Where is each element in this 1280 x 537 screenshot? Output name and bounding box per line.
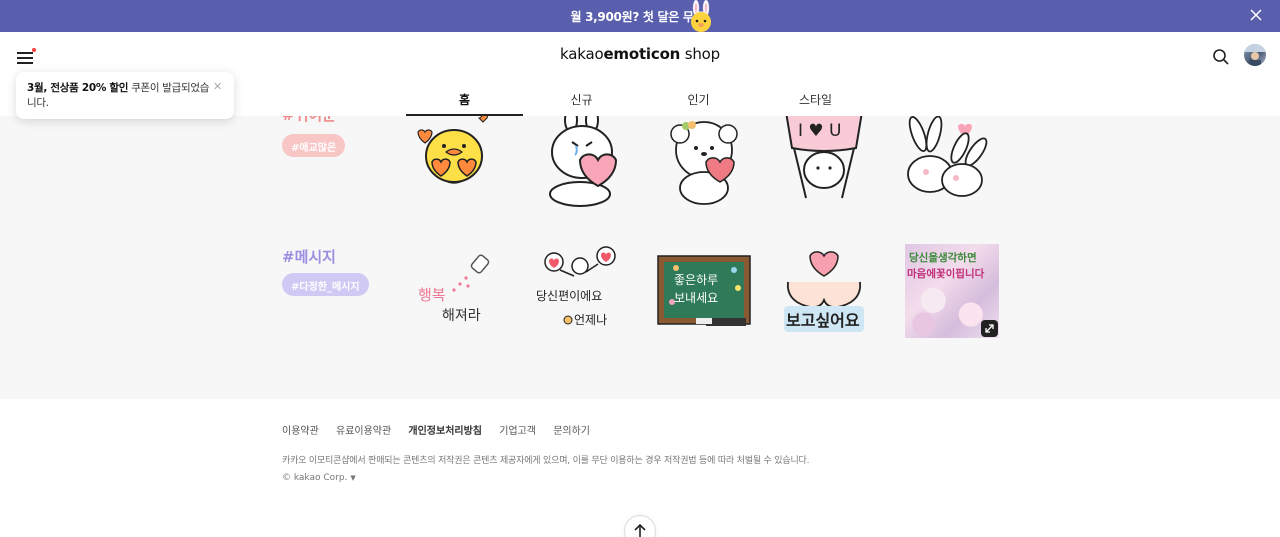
avatar[interactable] [1244, 44, 1266, 66]
scroll-top-button[interactable] [624, 515, 656, 537]
footer-link-paid-terms[interactable]: 유료이용약관 [336, 426, 391, 437]
main-content: #귀여운 #애교많은 I ♥ U [0, 116, 1280, 399]
logo-kakao: kakao [560, 45, 604, 63]
flower-text-2: 마음에꽃이핍니다 [907, 267, 985, 280]
happy-text-2: 해져라 [442, 308, 481, 324]
section-title-cute[interactable]: #귀여운 [282, 116, 336, 125]
emoticon-miss-you[interactable]: 보고싶어요 [776, 242, 872, 338]
board-text-1: 좋은하루 [674, 273, 718, 287]
expand-icon[interactable] [981, 320, 998, 337]
rabbit-mascot-icon [691, 0, 711, 32]
tab-style[interactable]: 스타일 [757, 86, 874, 116]
corp-label: © kakao Corp. [282, 473, 348, 483]
promo-banner[interactable]: 월 3,900원? 첫 달은 무료! [0, 0, 1280, 32]
happy-text-1: 행복 [418, 286, 446, 304]
board-text-2: 보내세요 [674, 291, 718, 305]
coupon-message: 3월, 전상품 20% 할인 쿠폰이 발급되었습니다. [27, 81, 213, 111]
profile-photo [1244, 44, 1266, 66]
copyright-notice: 카카오 이모티콘샵에서 판매되는 콘텐츠의 저작권은 콘텐츠 제공자에게 있으며… [282, 456, 810, 466]
banner-text: I ♥ U [798, 121, 842, 141]
emoticon-i-love-u[interactable]: I ♥ U [776, 116, 872, 208]
miss-text: 보고싶어요 [786, 311, 860, 330]
emoticon-white-puppy[interactable] [656, 116, 752, 208]
tab-new[interactable]: 신규 [523, 86, 640, 116]
hashtag-chip-aegyo[interactable]: #애교많은 [282, 134, 346, 157]
emoticon-two-rabbits[interactable] [896, 116, 992, 208]
flower-text-1: 당신을생각하면 [909, 251, 977, 264]
footer-link-contact[interactable]: 문의하기 [553, 426, 590, 437]
footer-link-terms[interactable]: 이용약관 [282, 426, 319, 437]
tab-popular[interactable]: 인기 [640, 86, 757, 116]
tab-home[interactable]: 홈 [406, 86, 523, 116]
close-icon[interactable]: ✕ [213, 80, 222, 93]
hashtag-chip-kind-message[interactable]: #다정한_메시지 [282, 273, 369, 296]
search-icon[interactable] [1211, 47, 1231, 67]
promo-text[interactable]: 월 3,900원? 첫 달은 무료! [0, 8, 1280, 25]
close-icon[interactable] [1245, 4, 1267, 26]
logo-shop: shop [680, 45, 720, 63]
site-logo[interactable]: kakaoemoticon shop [0, 45, 1280, 63]
footer-link-business[interactable]: 기업고객 [499, 426, 536, 437]
side-text-2: 언제나 [574, 313, 607, 327]
footer-links: 이용약관 유료이용약관 개인정보처리방침 기업고객 문의하기 [282, 422, 604, 437]
logo-emoticon: emoticon [603, 45, 681, 63]
site-footer: 이용약관 유료이용약관 개인정보처리방침 기업고객 문의하기 카카오 이모티콘샵… [0, 399, 1280, 537]
footer-link-privacy[interactable]: 개인정보처리방침 [408, 426, 482, 437]
emoticon-flower-message[interactable]: 당신을생각하면 마음에꽃이핍니다 [905, 244, 999, 338]
emoticon-on-your-side[interactable]: 당신편이에요 언제나 [536, 242, 632, 338]
section-title-message[interactable]: #메시지 [282, 246, 336, 267]
coupon-tooltip: 3월, 전상품 20% 할인 쿠폰이 발급되었습니다. ✕ [16, 72, 234, 119]
corp-selector[interactable]: © kakao Corp. ▼ [282, 473, 356, 483]
emoticon-happy-salt[interactable]: 행복 해져라 [406, 242, 502, 338]
side-text-1: 당신편이에요 [536, 289, 602, 303]
coupon-highlight: 3월, 전상품 20% 할인 [27, 82, 129, 94]
caret-down-icon: ▼ [350, 474, 356, 482]
arrow-up-icon [634, 523, 646, 537]
emoticon-yellow-chick[interactable] [406, 116, 502, 208]
emoticon-chalkboard[interactable]: 좋은하루 보내세요 [656, 242, 752, 338]
emoticon-white-rabbit[interactable] [536, 116, 632, 208]
